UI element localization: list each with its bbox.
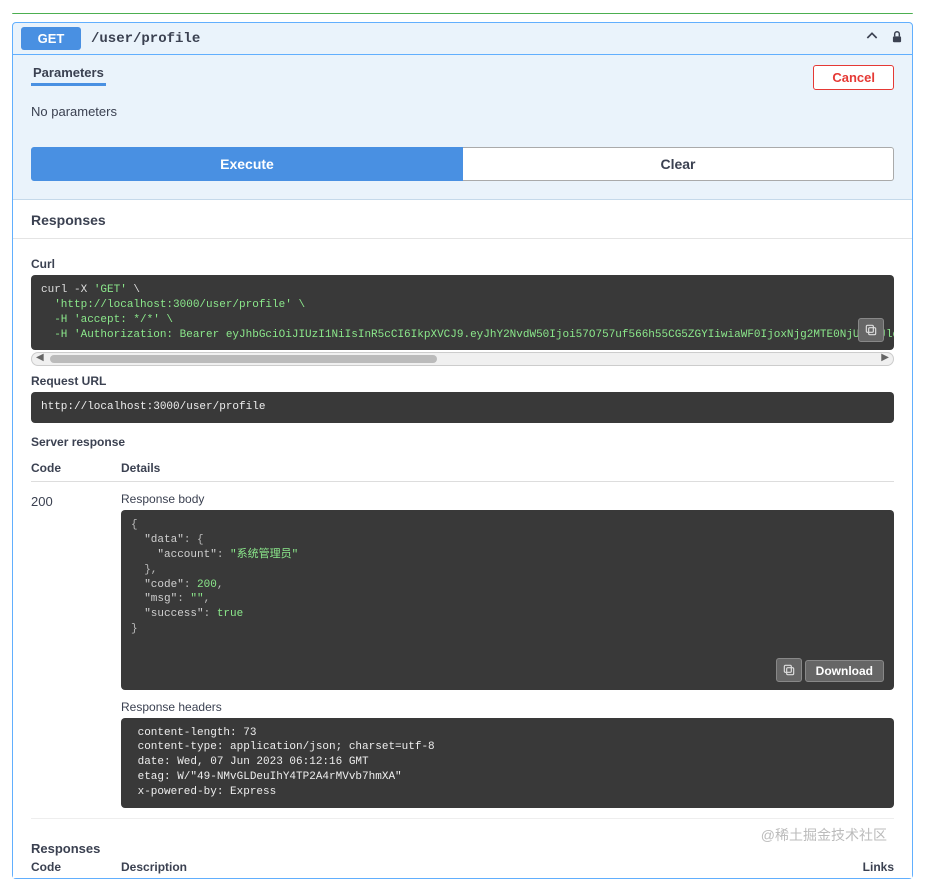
clear-button[interactable]: Clear <box>463 147 894 181</box>
chevron-up-icon[interactable] <box>860 28 884 49</box>
endpoint-block: GET /user/profile Parameters Cancel No p… <box>12 22 913 879</box>
request-url-value: http://localhost:3000/user/profile <box>41 401 265 413</box>
col-links: Links <box>863 860 894 874</box>
response-table-header: Code Details <box>31 453 894 482</box>
response-row: 200 Response body { "data": { "account":… <box>31 482 894 819</box>
horizontal-scrollbar[interactable] <box>31 352 894 366</box>
col-code-2: Code <box>31 860 91 874</box>
response-headers-text: content-length: 73 content-type: applica… <box>131 727 441 798</box>
response-doc-header: Code Description Links <box>13 858 912 878</box>
response-body-label: Response body <box>121 492 894 506</box>
endpoint-summary[interactable]: GET /user/profile <box>13 23 912 55</box>
lock-icon[interactable] <box>890 30 904 47</box>
response-headers-block[interactable]: content-length: 73 content-type: applica… <box>121 718 894 808</box>
copy-curl-button[interactable] <box>858 318 884 342</box>
col-description: Description <box>121 860 187 874</box>
server-response-label: Server response <box>31 435 894 449</box>
parameters-tab[interactable]: Parameters <box>31 65 106 86</box>
curl-block[interactable]: curl -X 'GET' \ 'http://localhost:3000/u… <box>31 275 894 350</box>
endpoint-path: /user/profile <box>91 31 200 47</box>
response-code: 200 <box>31 492 91 808</box>
copy-body-button[interactable] <box>776 658 802 682</box>
execute-button[interactable]: Execute <box>31 147 463 181</box>
previous-block-edge <box>12 12 913 14</box>
request-url-label: Request URL <box>31 374 894 388</box>
no-parameters-text: No parameters <box>13 94 912 137</box>
watermark-text: @稀土掘金技术社区 <box>761 825 887 845</box>
request-url-block[interactable]: http://localhost:3000/user/profile <box>31 392 894 423</box>
response-body-block[interactable]: { "data": { "account": "系统管理员" }, "code"… <box>121 510 894 689</box>
cancel-button[interactable]: Cancel <box>813 65 894 90</box>
curl-label: Curl <box>31 257 894 271</box>
col-code: Code <box>31 461 91 475</box>
download-button[interactable]: Download <box>805 660 884 682</box>
responses-title: Responses <box>13 200 912 239</box>
response-headers-label: Response headers <box>121 700 894 714</box>
col-details: Details <box>121 461 894 475</box>
parameters-header: Parameters Cancel <box>13 55 912 94</box>
http-method-badge: GET <box>21 27 81 50</box>
